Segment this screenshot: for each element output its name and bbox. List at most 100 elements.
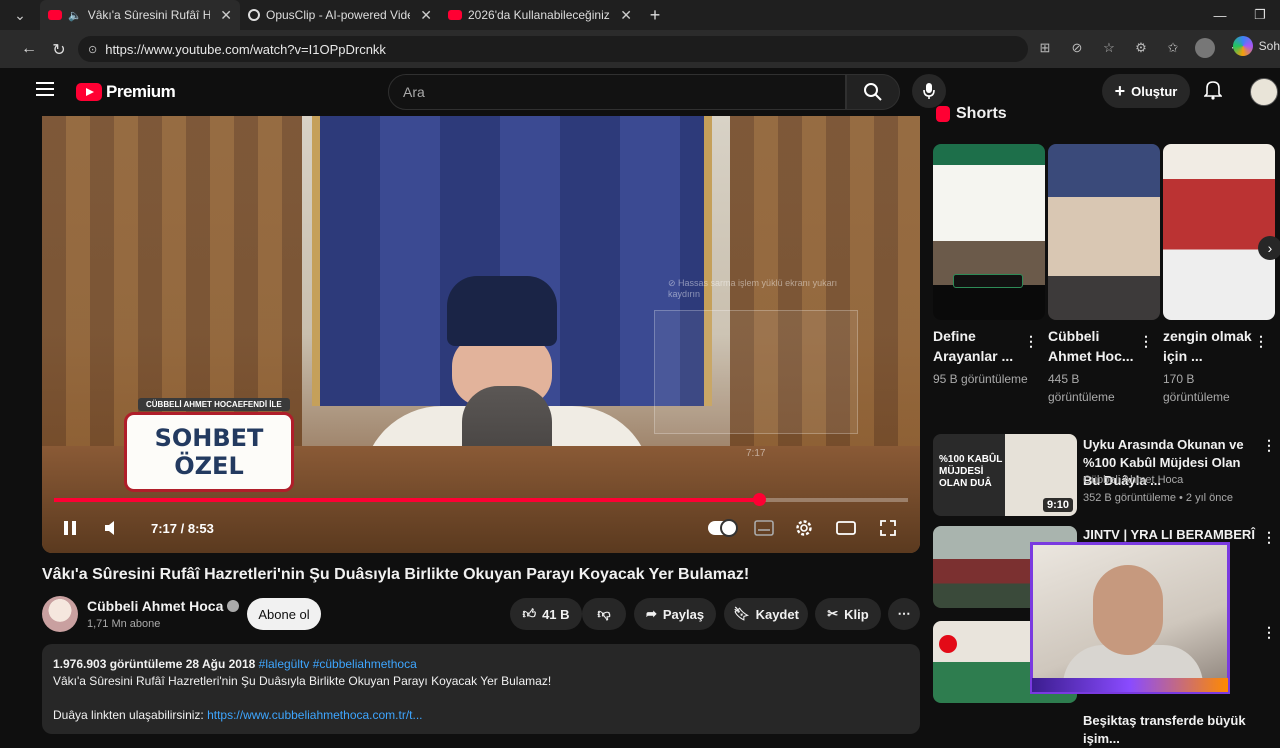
apps-icon[interactable]: ⊞ xyxy=(1035,38,1055,58)
notifications-bell-icon[interactable] xyxy=(1202,80,1224,102)
chevron-right-icon[interactable]: › xyxy=(1258,236,1280,260)
short-thumbnail[interactable] xyxy=(933,144,1045,320)
youtube-logo[interactable]: Premium xyxy=(76,82,176,102)
video-player[interactable]: CÜBBELİ AHMET HOCAEFENDİ İLE SOHBET ÖZEL… xyxy=(42,116,920,553)
theater-mode-button[interactable] xyxy=(834,516,858,540)
subscribe-button[interactable]: Abone ol xyxy=(247,598,321,630)
more-vertical-icon[interactable]: ⋮ xyxy=(1262,529,1276,546)
share-button[interactable]: ➦ Paylaş xyxy=(634,598,716,630)
subtitles-button[interactable] xyxy=(752,516,776,540)
minimize-icon[interactable]: — xyxy=(1200,0,1240,30)
description-box[interactable]: 1.976.903 görüntüleme 28 Ağu 2018 #laleg… xyxy=(42,644,920,734)
more-vertical-icon[interactable]: ⋮ xyxy=(1262,437,1276,454)
close-tab-icon[interactable]: ✕ xyxy=(220,7,232,24)
search-placeholder: Ara xyxy=(403,84,425,100)
recommended-channel-name[interactable]: Cübbeli Ahmet Hoca xyxy=(1083,474,1183,486)
voice-search-button[interactable] xyxy=(912,74,946,108)
favorites-icon[interactable]: ✩ xyxy=(1163,38,1183,58)
speaker-icon[interactable]: 🔈 xyxy=(68,9,82,22)
more-vertical-icon[interactable]: ⋮ xyxy=(1262,624,1276,641)
window-controls: — ❐ xyxy=(1200,0,1280,30)
subtitles-icon xyxy=(754,520,774,536)
account-avatar[interactable] xyxy=(1250,78,1278,106)
search-input[interactable]: Ara xyxy=(388,74,846,110)
save-button[interactable]: 🔖︎ Kaydet xyxy=(724,598,808,630)
more-vertical-icon[interactable]: ⋮ xyxy=(1139,333,1153,350)
channel-avatar[interactable] xyxy=(42,596,78,632)
webcam-frame-bar xyxy=(1032,678,1228,692)
badge-line1: SOHBET xyxy=(154,424,264,452)
progress-scrubber[interactable] xyxy=(752,493,766,506)
pause-button[interactable] xyxy=(58,516,82,540)
create-button[interactable]: + Oluştur xyxy=(1102,74,1190,108)
short-views: 170 B görüntüleme xyxy=(1163,372,1230,404)
search-button[interactable] xyxy=(846,74,900,110)
favorite-star-icon[interactable]: ☆ xyxy=(1099,38,1119,58)
short-thumbnail[interactable] xyxy=(1048,144,1160,320)
profile-icon[interactable] xyxy=(1195,38,1215,58)
recommended-video-meta: 352 B görüntüleme • 2 yıl önce xyxy=(1083,492,1233,504)
logo-text: Premium xyxy=(106,82,176,101)
bookmark-icon: 🔖︎ xyxy=(733,606,750,621)
maximize-icon[interactable]: ❐ xyxy=(1240,0,1280,30)
settings-button[interactable] xyxy=(792,516,816,540)
more-vertical-icon[interactable]: ⋮ xyxy=(1254,333,1268,350)
badge-line2: ÖZEL xyxy=(174,452,244,480)
close-tab-icon[interactable]: ✕ xyxy=(620,7,632,24)
autoplay-toggle[interactable] xyxy=(708,519,738,537)
menu-icon[interactable] xyxy=(36,82,54,96)
back-arrow-icon[interactable]: ← xyxy=(14,40,44,58)
refresh-icon[interactable]: ↻ xyxy=(44,40,74,60)
share-label: Paylaş xyxy=(662,606,705,622)
copilot-icon xyxy=(1232,36,1253,56)
video-title: Vâkı'a Sûresini Rufâî Hazretleri'nin Şu … xyxy=(42,566,750,583)
short-title[interactable]: zengin olmak için ... xyxy=(1163,326,1255,366)
recommended-video-title[interactable]: Beşiktaş transferde büyük işim... xyxy=(1083,712,1259,748)
short-title[interactable]: Define Arayanlar ... xyxy=(933,326,1025,366)
create-label: Oluştur xyxy=(1131,83,1178,99)
opusclip-favicon-icon xyxy=(248,9,260,21)
thumbs-up-icon: 👍︎ xyxy=(522,606,537,621)
thumb-text: %100 KABÛL MÜJDESİ OLAN DUÂ xyxy=(939,454,1003,489)
shorts-header: Shorts xyxy=(936,104,1007,124)
youtube-favicon-icon xyxy=(48,10,62,20)
channel-name-link[interactable]: Cübbeli Ahmet Hoca xyxy=(87,598,240,614)
ghost-overlay-text: ⊘ Hassas sarma işlem yüklü ekranı yukarı… xyxy=(668,278,838,299)
copilot-button[interactable]: Soh xyxy=(1232,36,1280,56)
site-info-icon[interactable]: ⊙ xyxy=(88,43,97,56)
short-title[interactable]: Cübbeli Ahmet Hoc... xyxy=(1048,326,1140,366)
extensions-icon[interactable]: ⚙ xyxy=(1131,38,1151,58)
thumbs-down-icon: 👎︎ xyxy=(597,606,611,621)
video-frame-shelf xyxy=(42,116,302,446)
like-button[interactable]: 👍︎ 41 B xyxy=(510,598,582,630)
hashtags[interactable]: #lalegültv #cübbeliahmethoca xyxy=(259,657,417,671)
browser-tab-youtube[interactable]: 🔈 Vâkı'a Sûresini Rufâî Hazretleri ✕ xyxy=(40,0,240,30)
description-text: Vâkı'a Sûresini Rufâî Hazretleri'nin Şu … xyxy=(53,674,552,688)
browser-tab-opusclip[interactable]: OpusClip - AI-powered Video Rep ✕ xyxy=(240,0,440,30)
new-tab-button[interactable]: + xyxy=(640,5,670,26)
more-vertical-icon[interactable]: ⋮ xyxy=(1024,333,1038,350)
extension-icons: ⊞ ⊘ ☆ ⚙ ✩ ⋯ xyxy=(1035,38,1247,58)
tracking-icon[interactable]: ⊘ xyxy=(1067,38,1087,58)
volume-icon xyxy=(105,521,114,535)
address-bar[interactable]: ⊙ https://www.youtube.com/watch?v=I1OPpD… xyxy=(78,36,1028,62)
short-thumbnail[interactable] xyxy=(1163,144,1275,320)
more-horizontal-icon: ⋯ xyxy=(897,606,911,621)
youtube-favicon-icon xyxy=(448,10,462,20)
tab-actions-menu-icon[interactable]: ⌄ xyxy=(0,0,40,30)
browser-toolbar: ← ↻ ⊙ https://www.youtube.com/watch?v=I1… xyxy=(0,30,1280,68)
tab-title: Vâkı'a Sûresini Rufâî Hazretleri xyxy=(87,8,211,22)
fullscreen-button[interactable] xyxy=(876,516,900,540)
volume-button[interactable] xyxy=(100,516,124,540)
dislike-button[interactable]: 👎︎ xyxy=(582,598,626,630)
browser-tab-2026[interactable]: 2026'da Kullanabileceğiniz En İyi 0 ✕ xyxy=(440,0,640,30)
theater-icon xyxy=(836,521,856,535)
recommended-video-thumbnail[interactable]: %100 KABÛL MÜJDESİ OLAN DUÂ 9:10 xyxy=(933,434,1077,516)
subscriber-count: 1,71 Mn abone xyxy=(87,618,161,630)
progress-bar[interactable] xyxy=(54,493,908,506)
clip-button[interactable]: ✂ Klip xyxy=(815,598,881,630)
more-actions-button[interactable]: ⋯ xyxy=(888,598,920,630)
pause-icon xyxy=(64,521,76,535)
video-duration: 9:10 xyxy=(1042,498,1073,512)
close-tab-icon[interactable]: ✕ xyxy=(420,7,432,24)
